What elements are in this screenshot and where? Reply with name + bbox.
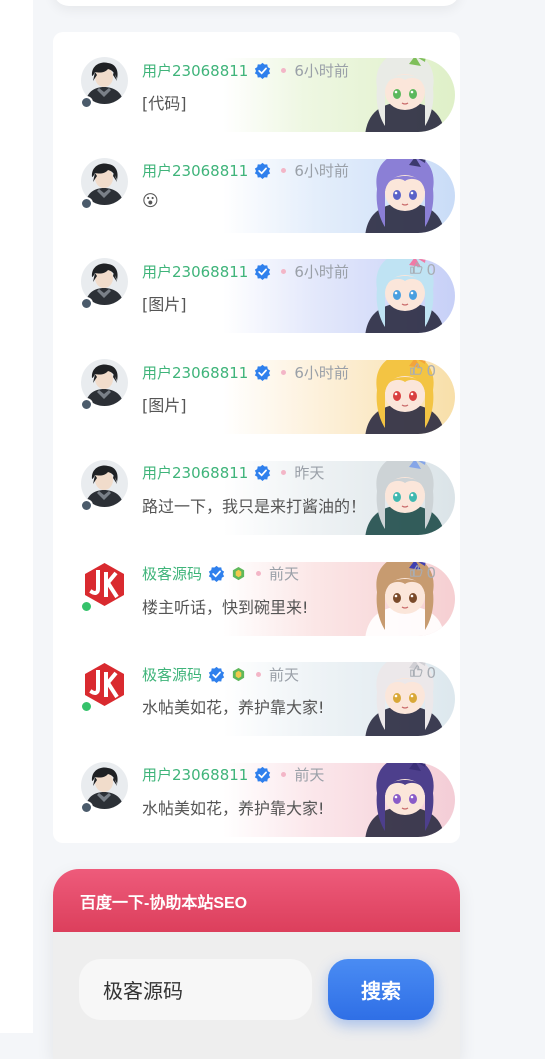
comment-meta: 用户23068811 6小时前 [142, 59, 349, 81]
comment-meta: 用户23068811 6小时前 [142, 361, 349, 383]
online-status-dot [80, 398, 93, 412]
comment-time: 6小时前 [294, 162, 349, 181]
comment-time: 昨天 [294, 464, 325, 483]
separator-dot [281, 470, 287, 476]
comment-meta: 用户23068811 前天 [142, 764, 324, 786]
comment-meta: 用户23068811 6小时前 [142, 160, 349, 182]
comment-item[interactable]: 极客源码 前天 0 楼主听话，快到碗里来! [53, 536, 460, 636]
like-count: 0 [426, 563, 436, 582]
comment-item[interactable]: 用户23068811 6小时前 [代码] [53, 32, 460, 132]
anime-character-illustration [355, 561, 455, 636]
comment-text: 路过一下，我只是来打酱油的！ [142, 496, 367, 516]
verified-badge-icon [254, 162, 271, 180]
left-sidebar-strip [0, 0, 33, 1033]
recent-comments-card: 用户23068811 6小时前 [代码] 用户23068811 6小时前 😮 用户23068… [53, 32, 460, 843]
previous-card-bottom [53, 0, 460, 6]
comment-item[interactable]: 用户23068811 6小时前 0 [图片] [53, 334, 460, 435]
username-link[interactable]: 用户23068811 [142, 764, 248, 785]
online-status-dot [80, 297, 93, 311]
online-status-dot [80, 196, 93, 210]
comment-text: 水帖美如花，养护靠大家! [142, 798, 325, 818]
comment-text: 水帖美如花，养护靠大家! [142, 698, 325, 718]
level-badge-icon [231, 667, 246, 682]
seo-search-button[interactable]: 搜索 [328, 959, 434, 1020]
username-link[interactable]: 用户23068811 [142, 60, 248, 81]
level-badge-icon [231, 566, 246, 581]
anime-character-illustration [355, 58, 455, 132]
separator-dot [281, 168, 287, 174]
like-count: 0 [426, 261, 436, 280]
anime-character-illustration [355, 460, 455, 535]
verified-badge-icon [254, 364, 271, 381]
seo-search-input[interactable]: 极客源码 [79, 959, 312, 1020]
username-link[interactable]: 用户23068811 [142, 160, 248, 181]
username-link[interactable]: 用户23068811 [142, 261, 248, 282]
thumbs-up-icon [409, 664, 423, 682]
online-status-dot [80, 700, 93, 714]
comment-text: 楼主听话，快到碗里来! [142, 597, 309, 617]
username-link[interactable]: 用户23068811 [142, 362, 248, 383]
anime-character-illustration [355, 259, 455, 334]
comment-text: [代码] [142, 94, 187, 113]
comment-item[interactable]: 用户23068811 前天水帖美如花，养护靠大家! [53, 737, 460, 837]
comment-text: [图片] [142, 396, 187, 416]
separator-dot [281, 369, 287, 375]
comment-time: 6小时前 [294, 363, 349, 382]
seo-search-widget: 百度一下-协助本站SEO 极客源码 搜索 [53, 869, 460, 1059]
verified-badge-icon [254, 464, 271, 482]
verified-badge-icon [208, 565, 225, 582]
username-link[interactable]: 用户23068811 [142, 462, 248, 483]
anime-character-illustration [355, 762, 455, 837]
online-status-dot [80, 599, 93, 613]
like-button[interactable]: 0 [409, 564, 436, 582]
verified-badge-icon [254, 766, 271, 784]
comment-meta: 用户23068811 6小时前 [142, 260, 349, 282]
anime-character-illustration [355, 158, 455, 233]
like-button[interactable]: 0 [409, 664, 436, 682]
thumbs-up-icon [409, 261, 423, 279]
comment-meta: 极客源码 前天 [142, 663, 299, 685]
like-button[interactable]: 0 [409, 362, 436, 380]
comment-text: [图片] [142, 295, 187, 315]
comment-time: 前天 [269, 665, 300, 684]
thumbs-up-icon [409, 564, 423, 582]
anime-character-illustration [355, 662, 455, 737]
comment-item[interactable]: 极客源码 前天 0 水帖美如花，养护靠大家! [53, 636, 460, 737]
online-status-dot [80, 96, 93, 109]
comment-time: 6小时前 [294, 262, 349, 281]
anime-character-illustration [355, 360, 455, 435]
separator-dot [281, 67, 287, 73]
comment-item[interactable]: 用户23068811 6小时前 😮 [53, 133, 460, 233]
comment-item[interactable]: 用户23068811 昨天路过一下，我只是来打酱油的！ [53, 435, 460, 535]
comment-meta: 极客源码 前天 [142, 563, 299, 585]
comment-item[interactable]: 用户23068811 6小时前 0 [图片] [53, 233, 460, 334]
separator-dot [256, 671, 262, 677]
like-button[interactable]: 0 [409, 261, 436, 279]
separator-dot [281, 772, 287, 778]
comment-time: 前天 [294, 766, 325, 785]
online-status-dot [80, 498, 93, 512]
separator-dot [281, 268, 287, 274]
username-link[interactable]: 极客源码 [142, 563, 202, 584]
comment-time: 6小时前 [294, 61, 349, 80]
verified-badge-icon [254, 62, 271, 79]
verified-badge-icon [208, 666, 225, 683]
seo-widget-header: 百度一下-协助本站SEO [53, 869, 460, 932]
comment-text: 😮 [142, 190, 159, 210]
like-count: 0 [426, 362, 436, 381]
thumbs-up-icon [409, 362, 423, 380]
seo-widget-title: 百度一下-协助本站SEO [80, 894, 248, 912]
verified-badge-icon [254, 263, 271, 280]
comment-meta: 用户23068811 昨天 [142, 462, 324, 484]
online-status-dot [80, 800, 93, 814]
comment-time: 前天 [269, 565, 300, 583]
separator-dot [256, 571, 262, 576]
username-link[interactable]: 极客源码 [142, 664, 202, 685]
like-count: 0 [426, 664, 436, 683]
